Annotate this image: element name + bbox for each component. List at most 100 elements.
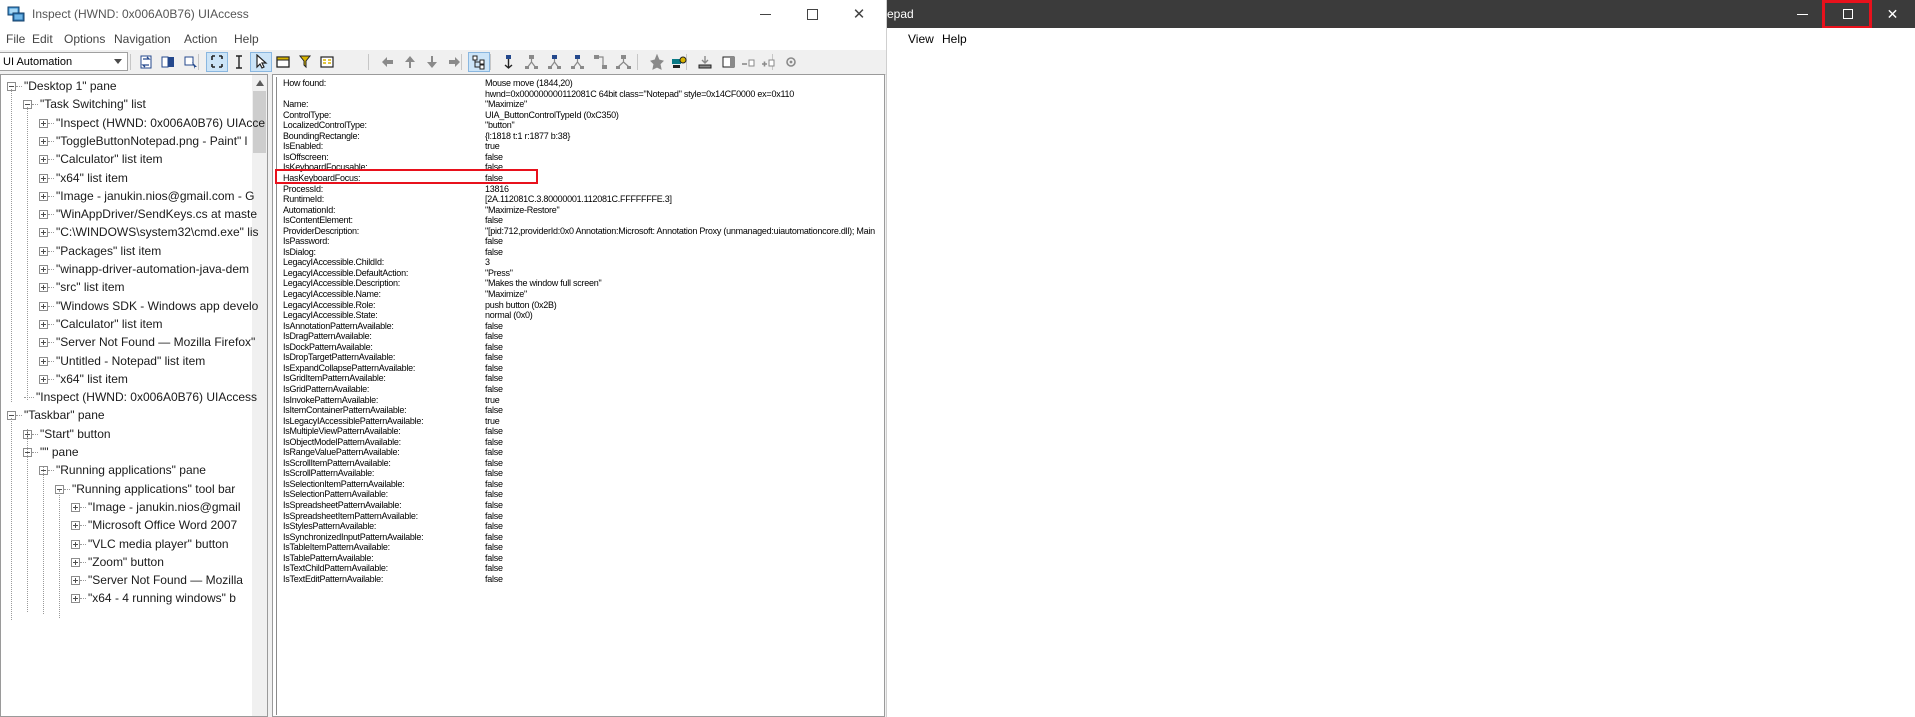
tree-item[interactable]: "Server Not Found — Mozilla Firefox"	[1, 333, 253, 352]
expand-icon[interactable]	[39, 228, 48, 237]
toolbar-button-root-element[interactable]	[498, 52, 520, 72]
expand-icon[interactable]	[39, 155, 48, 164]
expand-icon[interactable]	[39, 375, 48, 384]
inspect-titlebar[interactable]: Inspect (HWND: 0x006A0B76) UIAccess ✕	[0, 0, 886, 28]
toolbar-button-highlight-rectangle[interactable]	[206, 52, 228, 72]
notepad-window: otepad ✕ at View Help	[860, 0, 1915, 717]
tree-item[interactable]: "Inspect (HWND: 0x006A0B76) UIAcce	[1, 114, 253, 133]
tree-item[interactable]: "Windows SDK - Windows app develo	[1, 297, 253, 316]
ui-tree-panel[interactable]: "Desktop 1" pane"Task Switching" list"In…	[0, 74, 268, 717]
tree-item[interactable]: "Untitled - Notepad" list item	[1, 352, 253, 371]
toolbar-button-increase[interactable]	[757, 52, 779, 72]
tree-item[interactable]: "x64" list item	[1, 169, 253, 188]
tree-item[interactable]: "Taskbar" pane	[1, 406, 253, 425]
inspect-menu-file[interactable]: File	[2, 31, 29, 47]
expand-icon[interactable]	[39, 338, 48, 347]
toolbar-button-caret[interactable]	[228, 52, 250, 72]
toolbar-button-ancestor-view[interactable]	[590, 52, 612, 72]
expand-icon[interactable]	[39, 119, 48, 128]
notepad-menu-help[interactable]: Help	[942, 31, 967, 47]
toolbar-button-dock-bottom[interactable]	[694, 52, 716, 72]
toolbar-button-refresh[interactable]	[135, 52, 157, 72]
tree-item[interactable]: "Calculator" list item	[1, 315, 253, 334]
expand-icon[interactable]	[71, 594, 80, 603]
tree-item[interactable]: "VLC media player" button	[1, 535, 253, 554]
tree-item[interactable]: "" pane	[1, 443, 253, 462]
expand-icon[interactable]	[39, 357, 48, 366]
tree-item[interactable]: "Task Switching" list	[1, 95, 253, 114]
toolbar-button-descendant-view[interactable]	[613, 52, 635, 72]
tree-item[interactable]: "C:\WINDOWS\system32\cmd.exe" lis	[1, 223, 253, 242]
toolbar-button-navigate-next[interactable]	[421, 52, 443, 72]
toolbar-button-window[interactable]	[272, 52, 294, 72]
expand-icon[interactable]	[39, 320, 48, 329]
notepad-minimize-button[interactable]	[1780, 0, 1825, 28]
tree-item[interactable]: "x64" list item	[1, 370, 253, 389]
toolbar-button-watch-cursor[interactable]	[180, 52, 202, 72]
inspect-menu-action[interactable]: Action	[180, 31, 221, 47]
toolbar-button-watch-focus[interactable]	[250, 52, 272, 72]
mode-select[interactable]: UI Automation	[0, 52, 128, 71]
tree-item[interactable]: "src" list item	[1, 278, 253, 297]
toolbar-button-navigate-parent[interactable]	[377, 52, 399, 72]
expand-icon[interactable]	[71, 558, 80, 567]
inspect-close-button[interactable]: ✕	[836, 0, 882, 28]
inspect-menu-navigation[interactable]: Navigation	[110, 31, 175, 47]
tree-item[interactable]: "Zoom" button	[1, 553, 253, 572]
inspect-maximize-button[interactable]	[789, 0, 835, 28]
inspect-minimize-button[interactable]	[742, 0, 788, 28]
tree-item[interactable]: "x64 - 4 running windows" b	[1, 589, 253, 608]
tree-item[interactable]: "Running applications" pane	[1, 461, 253, 480]
toolbar-button-control-view[interactable]	[544, 52, 566, 72]
notepad-text-area[interactable]	[860, 50, 1915, 717]
tree-item[interactable]: "Packages" list item	[1, 242, 253, 261]
expand-icon[interactable]	[39, 137, 48, 146]
notepad-maximize-button[interactable]	[1825, 0, 1870, 28]
expand-icon[interactable]	[39, 302, 48, 311]
tree-item[interactable]: "Start" button	[1, 425, 253, 444]
inspect-menu-help[interactable]: Help	[230, 31, 263, 47]
expand-icon[interactable]	[39, 283, 48, 292]
tree-item[interactable]: "WinAppDriver/SendKeys.cs at maste	[1, 205, 253, 224]
expand-icon[interactable]	[39, 174, 48, 183]
expand-icon[interactable]	[39, 247, 48, 256]
toolbar-button-navigate-previous[interactable]	[399, 52, 421, 72]
notepad-menu-view[interactable]: View	[908, 31, 934, 47]
notepad-close-button[interactable]: ✕	[1870, 0, 1915, 28]
tree-item[interactable]: "Inspect (HWND: 0x006A0B76) UIAccess	[1, 388, 253, 407]
toolbar-button-focus-event[interactable]	[668, 52, 690, 72]
toolbar-button-filter[interactable]	[294, 52, 316, 72]
inspect-menu-edit[interactable]: Edit	[28, 31, 57, 47]
inspect-menu-options[interactable]: Options	[60, 31, 109, 47]
expand-icon[interactable]	[71, 503, 80, 512]
toolbar-button-event[interactable]	[645, 52, 667, 72]
expand-icon[interactable]	[39, 265, 48, 274]
expand-icon[interactable]	[71, 576, 80, 585]
toolbar-button-raw-view[interactable]	[521, 52, 543, 72]
expand-icon[interactable]	[39, 192, 48, 201]
tree-item[interactable]: "winapp-driver-automation-java-dem	[1, 260, 253, 279]
scroll-up-arrow-icon[interactable]	[252, 75, 267, 90]
toolbar-button-properties[interactable]	[316, 52, 338, 72]
toolbar-button-decrease[interactable]	[737, 52, 759, 72]
tree-item[interactable]: "Calculator" list item	[1, 150, 253, 169]
toolbar-button-navigate-child[interactable]	[443, 52, 465, 72]
tree-item[interactable]: "Image - janukin.nios@gmail	[1, 498, 253, 517]
expand-icon[interactable]	[39, 210, 48, 219]
expand-icon[interactable]	[71, 540, 80, 549]
tree-item[interactable]: "Microsoft Office Word 2007	[1, 516, 253, 535]
expand-icon[interactable]	[71, 521, 80, 530]
notepad-titlebar[interactable]: otepad ✕	[860, 0, 1915, 28]
toolbar-button-show-hierarchy[interactable]	[468, 52, 490, 72]
toolbar-button-copy[interactable]	[157, 52, 179, 72]
tree-item[interactable]: "Server Not Found — Mozilla	[1, 571, 253, 590]
tree-item[interactable]: "Desktop 1" pane	[1, 77, 253, 96]
tree-item[interactable]: "Image - janukin.nios@gmail.com - G	[1, 187, 253, 206]
tree-item[interactable]: "ToggleButtonNotepad.png - Paint" l	[1, 132, 253, 151]
properties-panel[interactable]: How found:Mouse move (1844,20)hwnd=0x000…	[272, 74, 885, 717]
tree-connector	[80, 525, 86, 527]
tree-item[interactable]: "Running applications" tool bar	[1, 480, 253, 499]
toolbar-button-settings[interactable]	[780, 52, 802, 72]
property-key: LegacyIAccessible.Name:	[283, 289, 381, 300]
toolbar-button-content-view[interactable]	[567, 52, 589, 72]
